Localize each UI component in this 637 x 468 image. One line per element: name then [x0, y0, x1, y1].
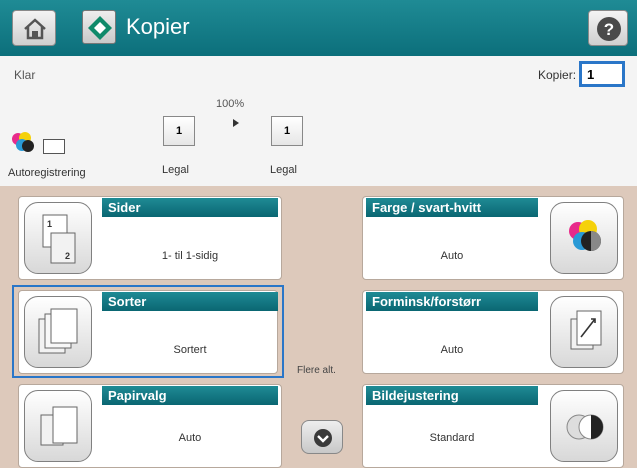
page-title: Kopier [126, 14, 190, 39]
tile-bildejustering-value: Standard [429, 432, 475, 444]
resize-icon [550, 296, 618, 368]
document-icon [43, 139, 65, 154]
status-area: Klar Kopier: 1 100% 1 Legal 1 Legal Auto… [0, 56, 637, 186]
tile-sider-value: 1- til 1-sidig [161, 250, 219, 262]
svg-text:?: ? [604, 20, 614, 39]
color-icon [550, 202, 618, 274]
tile-sorter[interactable]: Sorter Sortert [12, 285, 284, 378]
chevron-down-icon [314, 429, 332, 447]
output-paper-icon: 1 [271, 116, 303, 146]
tile-farge[interactable]: Farge / svart-hvitt Auto [362, 196, 624, 280]
source-paper-icon: 1 [163, 116, 195, 146]
more-options-label: Flere alt. [297, 365, 336, 376]
output-paper-label: Legal [270, 164, 297, 176]
tile-farge-value: Auto [440, 250, 464, 262]
arrow-right-icon [233, 119, 239, 127]
image-adjust-icon [550, 390, 618, 462]
tile-forminsk-title: Forminsk/forstørr [366, 292, 538, 311]
copies-input[interactable]: 1 [579, 61, 625, 87]
help-button[interactable]: ? [588, 10, 628, 46]
tile-forminsk[interactable]: Forminsk/forstørr Auto [362, 290, 624, 374]
tile-papirvalg-title: Papirvalg [102, 386, 278, 405]
collate-icon [24, 296, 92, 368]
tile-sider[interactable]: Sider 1- til 1-sidig 1 2 [18, 196, 282, 280]
help-icon: ? [597, 17, 621, 41]
home-icon [24, 18, 46, 40]
tile-papirvalg[interactable]: Papirvalg Auto [18, 384, 282, 468]
tile-papirvalg-value: Auto [178, 432, 202, 444]
paper-select-icon [24, 390, 92, 462]
color-mode-icon [12, 132, 34, 152]
svg-text:1: 1 [47, 219, 52, 229]
tile-sider-title: Sider [102, 198, 278, 217]
status-text: Klar [14, 68, 36, 82]
tile-sorter-value: Sortert [173, 344, 207, 356]
top-bar: Kopier ? [0, 0, 637, 56]
duplex-icon: 1 2 [24, 202, 92, 274]
tile-bildejustering-title: Bildejustering [366, 386, 538, 405]
tile-forminsk-value: Auto [440, 344, 464, 356]
copies-label: Kopier: [538, 68, 577, 82]
color-mode-label: Autoregistrering [8, 167, 86, 179]
scroll-down-button[interactable] [301, 420, 343, 454]
tile-bildejustering[interactable]: Bildejustering Standard [362, 384, 624, 468]
copy-app-icon [82, 10, 116, 44]
svg-text:2: 2 [65, 251, 70, 261]
source-paper-label: Legal [162, 164, 189, 176]
tile-farge-title: Farge / svart-hvitt [366, 198, 538, 217]
tile-sorter-title: Sorter [102, 292, 278, 311]
home-button[interactable] [12, 10, 56, 46]
zoom-level: 100% [216, 98, 245, 110]
